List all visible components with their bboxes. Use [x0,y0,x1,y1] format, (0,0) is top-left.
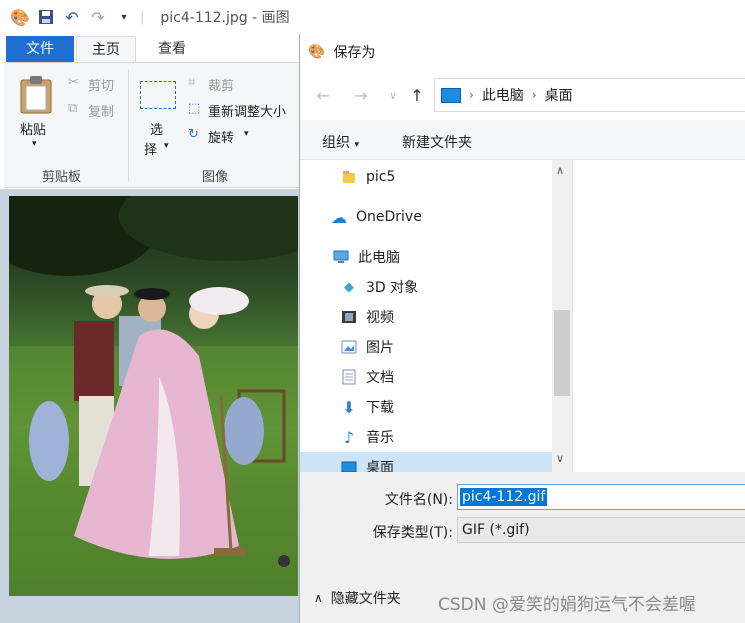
paint-app-icon: 🎨 [308,44,326,60]
copy-icon: ⧉ [68,101,78,116]
save-as-dialog: 🎨 保存为 ← → ∨ ↑ › 此电脑 › 桌面 组织 ▾ 新建文件夹 pic5… [299,34,745,623]
clipboard-group-label: 剪贴板 [42,170,82,185]
up-icon[interactable]: ↑ [404,82,430,108]
select-button[interactable]: 选 择 ▾ [136,77,176,158]
new-folder-button[interactable]: 新建文件夹 [402,132,472,152]
select-label-1: 选 [150,123,164,138]
canvas-image[interactable] [9,196,298,596]
quick-access-toolbar: 🎨 ↶ ↷ ▾ | pic4-112.jpg - 画图 [0,0,745,34]
video-icon [340,308,358,326]
copy-button[interactable]: 复制 [88,101,114,120]
breadcrumb-separator-icon: › [469,88,474,102]
document-icon [340,368,358,386]
ribbon-tabs: 文件 主页 查看 [0,36,300,62]
address-bar[interactable]: › 此电脑 › 桌面 [434,78,745,112]
folder-icon [340,168,358,186]
save-icon[interactable] [36,7,56,27]
computer-icon [332,248,350,266]
navigation-tree: pic5 ☁ OneDrive 此电脑 ◆ 3D 对象 视频 图片 文档 ⬇ 下… [300,160,552,472]
dialog-titlebar: 🎨 保存为 [300,34,745,70]
selection-icon [140,81,176,109]
breadcrumb-this-pc[interactable]: 此电脑 [482,85,524,105]
ribbon-divider [128,69,129,181]
file-list-pane [572,160,745,472]
dialog-title: 保存为 [333,45,376,61]
cloud-icon: ☁ [331,207,347,227]
desktop-icon [340,458,358,472]
watermark: CSDN @爱笑的娟狗运气不会差喔 [438,595,696,615]
crop-icon: ⌗ [188,75,196,90]
tab-file[interactable]: 文件 [6,36,74,62]
tree-item-pictures[interactable]: 图片 [340,332,394,362]
tree-item-3d-objects[interactable]: ◆ 3D 对象 [340,272,418,302]
redo-icon[interactable]: ↷ [88,7,108,27]
organize-button[interactable]: 组织 ▾ [322,132,359,152]
croquet-photo [9,196,298,596]
navigation-bar: ← → ∨ ↑ › 此电脑 › 桌面 [300,70,745,120]
select-label-2: 择 [144,143,158,158]
chevron-up-icon: ∧ [314,591,323,605]
cube-icon: ◆ [344,279,354,295]
filename-value: pic4-112.gif [460,488,548,506]
tree-item-documents[interactable]: 文档 [340,362,394,392]
paste-dropdown-icon: ▾ [32,139,37,149]
hide-folders-label: 隐藏文件夹 [330,591,401,607]
breadcrumb-separator-icon: › [531,88,537,102]
tree-item-pic5[interactable]: pic5 [340,162,395,192]
rotate-icon: ↻ [188,127,199,142]
filename-label: 文件名(N): [384,492,453,508]
tree-item-music[interactable]: ♪ 音乐 [340,422,394,452]
scrollbar-thumb[interactable] [554,310,570,396]
clipboard-icon [20,76,52,114]
window-title: pic4-112.jpg - 画图 [160,10,290,26]
paste-button[interactable]: 粘贴 ▾ [14,71,58,157]
undo-icon[interactable]: ↶ [62,7,82,27]
tab-view[interactable]: 查看 [140,36,204,62]
filetype-select[interactable]: GIF (*.gif) [457,517,745,543]
recent-dropdown-icon[interactable]: ∨ [380,82,406,108]
back-icon[interactable]: ← [310,82,336,108]
tree-item-videos[interactable]: 视频 [340,302,394,332]
monitor-icon [441,87,461,103]
tree-item-onedrive[interactable]: ☁ OneDrive [330,202,422,232]
rotate-dropdown-icon: ▾ [244,129,249,139]
scroll-down-icon[interactable]: ∨ [556,452,564,465]
crop-button[interactable]: 裁剪 [208,75,234,94]
cut-button[interactable]: 剪切 [88,75,114,94]
filename-input[interactable]: pic4-112.gif [457,484,745,510]
resize-icon: ⬚ [188,101,201,116]
image-group-label: 图像 [202,170,229,185]
scroll-up-icon[interactable]: ∧ [556,164,564,177]
customize-toolbar-icon[interactable]: ▾ [114,7,134,27]
rotate-button[interactable]: 旋转 [208,127,234,146]
cut-icon: ✂ [68,75,79,90]
hide-folders-button[interactable]: ∧ 隐藏文件夹 [314,588,401,608]
picture-icon [340,338,358,356]
download-icon: ⬇ [342,397,356,417]
tree-scrollbar[interactable]: ∧ ∨ [552,160,572,472]
tree-item-this-pc[interactable]: 此电脑 [332,242,400,272]
command-bar: 组织 ▾ 新建文件夹 [300,120,745,160]
filetype-label: 保存类型(T): [372,525,453,541]
tab-home[interactable]: 主页 [76,36,136,62]
paste-label: 粘贴 [20,123,47,138]
music-icon: ♪ [343,427,355,447]
paint-app-icon: 🎨 [10,7,30,27]
tree-item-downloads[interactable]: ⬇ 下载 [340,392,394,422]
ribbon: 粘贴 ▾ ✂ 剪切 ⧉ 复制 剪贴板 选 择 ▾ ⌗ 裁剪 ⬚ 重新调整大小 ↻… [4,62,300,188]
resize-button[interactable]: 重新调整大小 [208,101,286,120]
tree-item-desktop[interactable]: 桌面 [300,452,552,472]
select-dropdown-icon: ▾ [164,141,169,151]
forward-icon[interactable]: → [348,82,374,108]
breadcrumb-desktop[interactable]: 桌面 [545,85,573,105]
